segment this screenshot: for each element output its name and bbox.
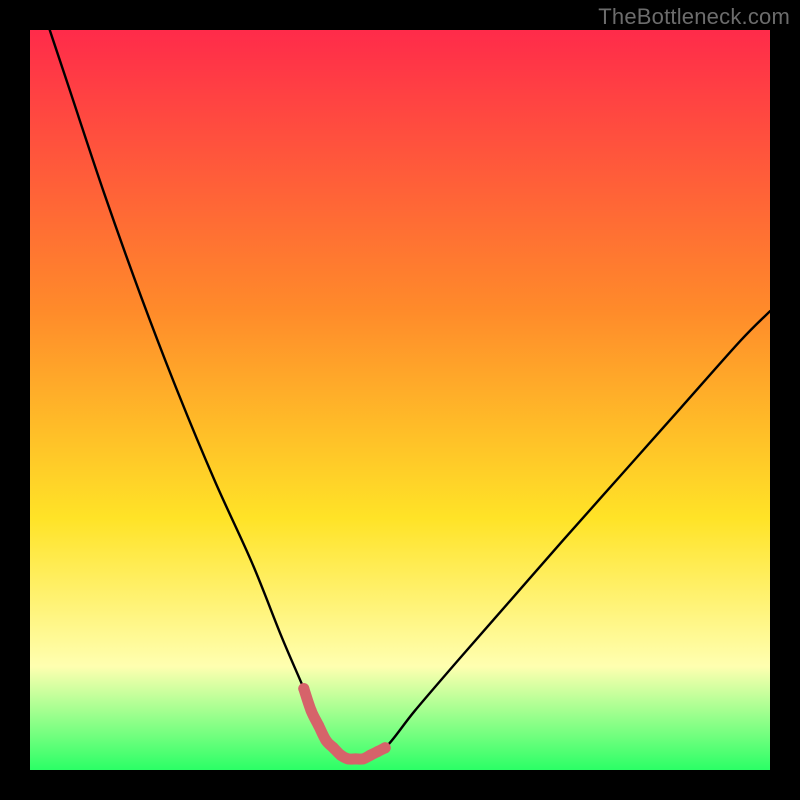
highlight-dot <box>380 742 391 753</box>
gradient-background <box>30 30 770 770</box>
highlight-dot <box>306 705 317 716</box>
chart-plot-area <box>30 30 770 770</box>
chart-frame: TheBottleneck.com <box>0 0 800 800</box>
chart-svg <box>30 30 770 770</box>
highlight-dot <box>313 720 324 731</box>
watermark-text: TheBottleneck.com <box>598 4 790 30</box>
highlight-dot <box>298 683 309 694</box>
